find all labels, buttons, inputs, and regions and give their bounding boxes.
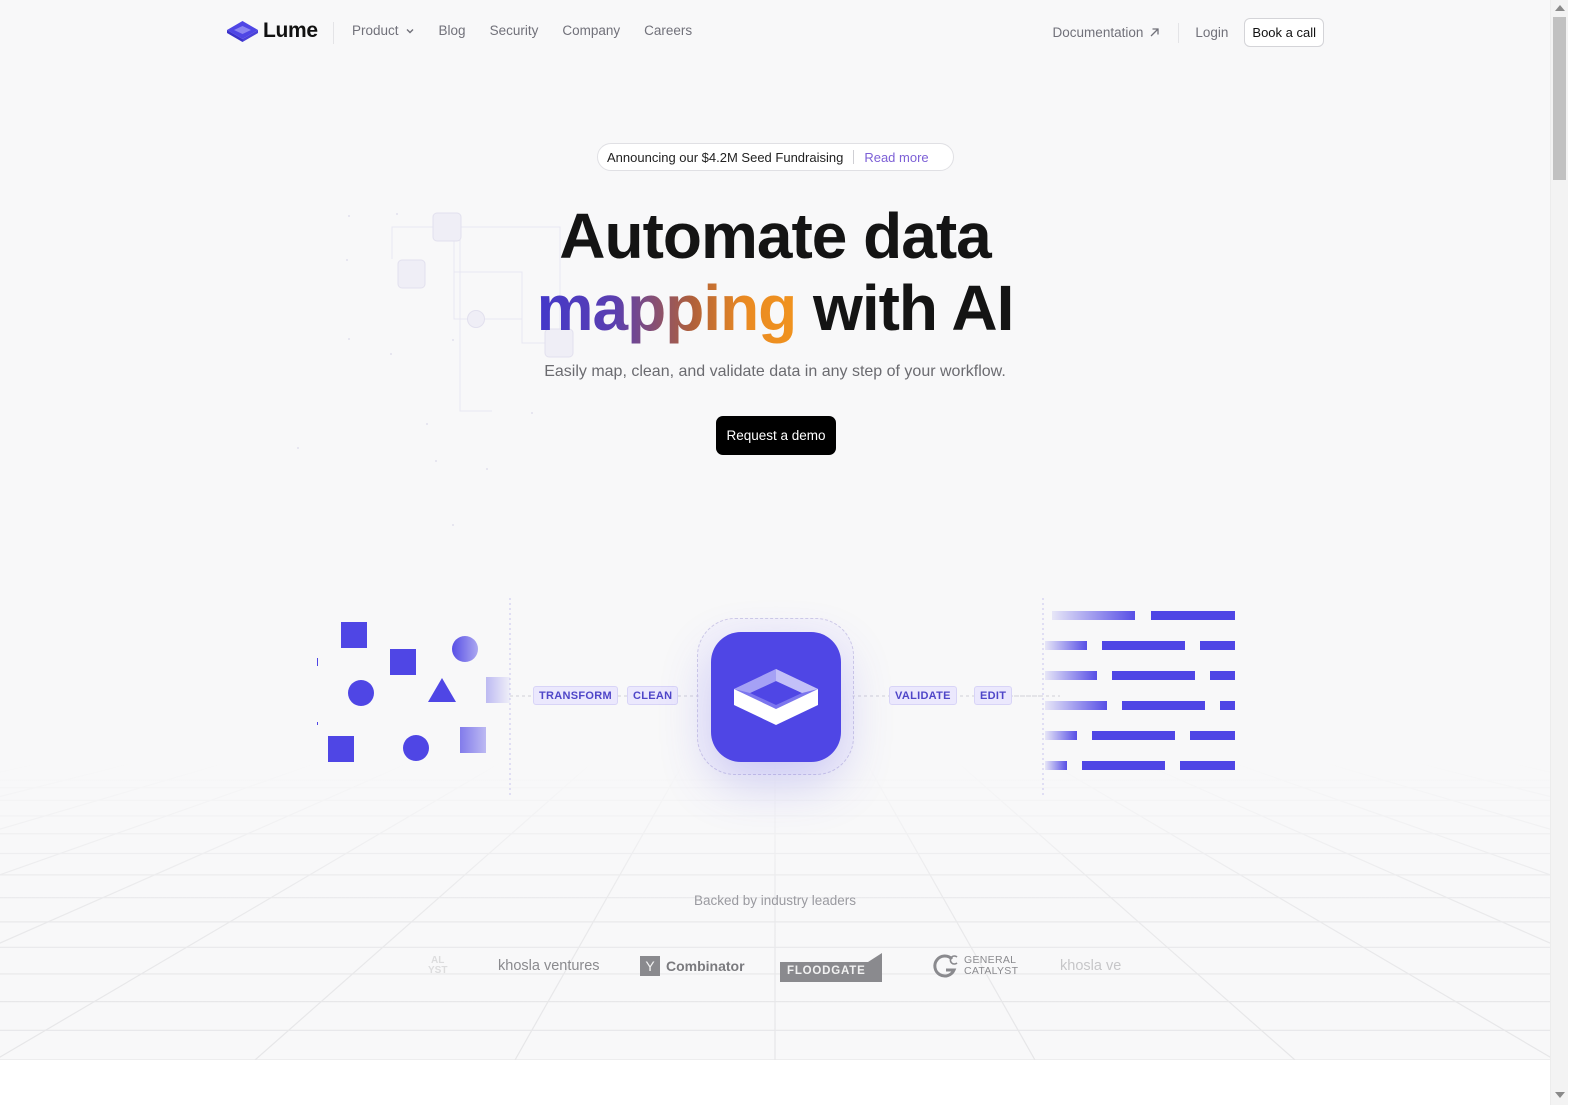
scroll-down-arrow-icon[interactable] [1555,1092,1565,1098]
backers-label: Backed by industry leaders [693,893,857,908]
general-catalyst-mark [933,954,958,978]
data-row-bar [1210,671,1235,680]
data-row-bar [1045,671,1097,680]
nav-item-security[interactable]: Security [490,23,539,38]
nav-item-company[interactable]: Company [562,23,620,38]
nav-item-careers[interactable]: Careers [644,23,692,38]
vertical-scrollbar[interactable] [1550,0,1568,1105]
brand-logo[interactable]: Lume [226,19,318,43]
read-more-link[interactable]: Read more [864,150,928,165]
data-row-bar [1052,611,1135,620]
hero-title-line-2-rest: with AI [796,272,1014,344]
lume-box-icon [734,669,818,725]
nav-right: Documentation Login Book a call [1053,18,1324,47]
announcement-divider [853,150,855,164]
hero-title-line-1: Automate data [559,200,992,272]
data-row-bar [1082,761,1165,770]
hero-highlight-word: mapping [536,272,798,344]
data-row-bar [1180,761,1235,770]
scrollbar-thumb[interactable] [1553,17,1566,180]
hero-title: Automate data mapping with AI [0,200,1550,344]
shape-triangle [428,678,456,702]
backer-logo-floodgate: FLOODGATE [780,948,882,984]
data-row-bar [1112,671,1195,680]
nav-item-product[interactable]: Product [352,23,415,38]
nav-links: Product Blog Security Company Careers [352,23,716,38]
shape-circle [452,636,478,662]
backer-logo-y-combinator: Y Combinator [640,948,745,984]
lume-center-tile [711,632,841,762]
hero-subtitle: Easily map, clean, and validate data in … [544,363,1006,380]
lume-box-icon [227,21,258,42]
nav-item-product-label: Product [352,23,399,38]
shape-circle [348,680,374,706]
step-transform: TRANSFORM [533,686,618,705]
shape-square [486,677,510,703]
login-link[interactable]: Login [1195,25,1228,40]
backer-logo-general-catalyst: GENERAL CATALYST [932,948,1018,984]
nav-divider [333,22,334,44]
data-row-bar [1045,731,1077,740]
y-combinator-text: Combinator [666,958,745,974]
top-navigation: Lume Product Blog Security Company Caree… [0,0,1550,64]
backer-logo-khosla-ventures-partial: khosla ve [1060,958,1122,974]
shape-square [341,622,367,648]
data-row-bar [1122,701,1205,710]
step-edit: EDIT [974,686,1013,705]
step-validate: VALIDATE [889,686,957,705]
announcement-text: Announcing our $4.2M Seed Fundraising [607,149,844,165]
data-row-bar [1200,641,1235,650]
shape-square [390,649,416,675]
workflow-diagram: TRANSFORM CLEAN VALIDATE EDIT [300,590,1260,805]
general-catalyst-wordmark: GENERAL CATALYST [964,955,1018,977]
backer-logo-general-catalyst-partial: AL YST [428,955,448,976]
request-demo-button[interactable]: Request a demo [716,416,836,455]
documentation-link[interactable]: Documentation [1053,25,1161,40]
book-call-button[interactable]: Book a call [1244,18,1324,47]
nav-item-blog[interactable]: Blog [439,23,466,38]
hero-title-line-2: mapping with AI [0,272,1550,344]
brand-name: Lume [263,19,318,42]
page-background: Lume Product Blog Security Company Caree… [0,0,1550,1060]
backer-logo-khosla-ventures: khosla ventures [498,958,600,974]
general-catalyst-line-2: CATALYST [964,965,1019,977]
shape-square [460,727,486,753]
documentation-label: Documentation [1052,25,1144,40]
y-combinator-badge: Y [640,956,660,976]
external-arrow-icon [1150,28,1160,37]
shape-circle [403,735,429,761]
grid-floor-decoration [0,760,1550,1060]
data-row-bar [1045,701,1107,710]
data-row-bar [1190,731,1235,740]
nav-divider [1178,22,1180,43]
announcement-banner[interactable]: Announcing our $4.2M Seed Fundraising Re… [597,143,954,171]
step-clean: CLEAN [627,686,679,705]
floodgate-text: FLOODGATE [787,965,866,977]
data-row-bar [1045,761,1067,770]
backers-logo-strip: AL YST khosla ventures Y Combinator FLOOD… [420,948,1140,988]
shape-square [328,736,354,762]
data-row-bar [1092,731,1175,740]
data-row-bar [1102,641,1185,650]
data-row-bar [1045,641,1087,650]
data-row-bar [1151,611,1235,620]
data-row-bar [1220,701,1235,710]
chevron-down-icon [406,28,414,33]
scroll-up-arrow-icon[interactable] [1555,5,1565,11]
